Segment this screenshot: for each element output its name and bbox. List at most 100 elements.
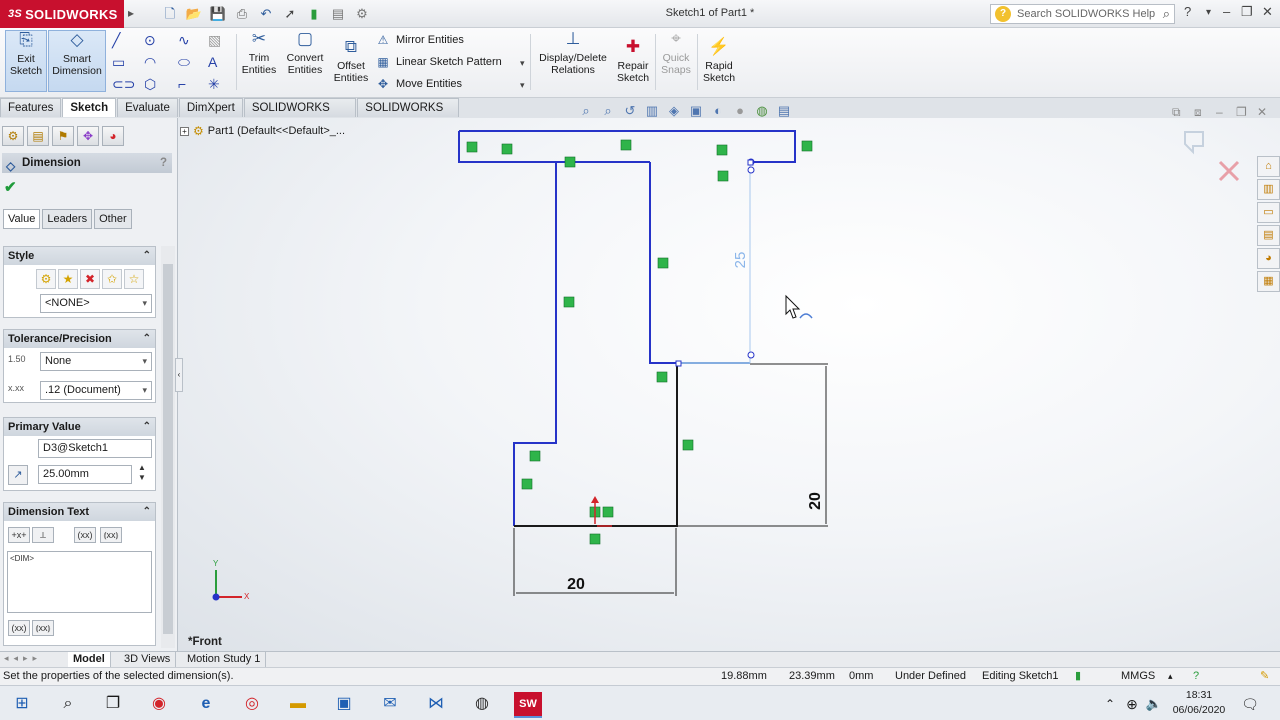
- tray-chevron-icon[interactable]: ⌃: [1098, 692, 1122, 716]
- configuration-manager-icon[interactable]: ⚑: [52, 126, 74, 146]
- apply-default-style-icon[interactable]: ⚙: [36, 269, 56, 289]
- horizontal-relation-icon[interactable]: [620, 139, 632, 151]
- override-value-icon[interactable]: ↗: [8, 465, 28, 485]
- save-style-icon[interactable]: ✩: [102, 269, 122, 289]
- vertical-relation-icon[interactable]: [563, 296, 575, 308]
- system-clock[interactable]: 18:31 06/06/2020: [1166, 688, 1232, 718]
- mail-icon[interactable]: ✉: [378, 692, 402, 716]
- tooltip-status-icon[interactable]: ✎: [1260, 668, 1269, 685]
- sketch-endpoint[interactable]: [747, 159, 754, 166]
- visual-studio-icon[interactable]: ⋈: [424, 692, 448, 716]
- solidworks-taskbar-icon[interactable]: SW: [514, 692, 542, 718]
- tab-motion-study-1[interactable]: Motion Study 1: [182, 652, 267, 667]
- value-spinner-icon[interactable]: ▲ ▼: [135, 463, 149, 485]
- notifications-icon[interactable]: 🗨: [1238, 692, 1262, 716]
- collapse-chevron-icon[interactable]: ⌃: [143, 418, 151, 436]
- rebuild-status-icon[interactable]: ▮: [1075, 668, 1081, 685]
- unit-system[interactable]: MMGS: [1121, 668, 1155, 685]
- horizontal-relation-icon[interactable]: [656, 371, 668, 383]
- inspection-dimension-icon[interactable]: ⦅xx⦆: [100, 527, 122, 543]
- horizontal-relation-icon[interactable]: [529, 450, 541, 462]
- chrome-icon[interactable]: ◎: [240, 692, 264, 716]
- edge-icon[interactable]: e: [194, 692, 218, 716]
- collapse-chevron-icon[interactable]: ⌃: [143, 247, 151, 265]
- sketch-endpoint[interactable]: [675, 360, 682, 367]
- dimension-text-title: Dimension Text: [8, 506, 90, 518]
- dimension-text-group-title[interactable]: Dimension Text ⌃: [4, 503, 155, 521]
- panel-scrollbar[interactable]: [161, 246, 175, 648]
- help-status-icon[interactable]: ?: [1193, 668, 1199, 685]
- coincident-relation-icon[interactable]: [717, 170, 729, 182]
- sketch-point[interactable]: [747, 166, 755, 174]
- exit-sketch-corner-icon[interactable]: [1184, 131, 1204, 155]
- feature-manager-icon[interactable]: ⚙: [2, 126, 24, 146]
- sketch-canvas[interactable]: [0, 0, 1280, 720]
- sketch-line-left[interactable]: [458, 131, 557, 526]
- delete-style-icon[interactable]: ✖: [80, 269, 100, 289]
- tab-model[interactable]: Model: [68, 652, 111, 667]
- mouse-cursor: [785, 294, 813, 319]
- property-manager-icon[interactable]: ▤: [27, 126, 49, 146]
- load-style-icon[interactable]: ☆: [124, 269, 144, 289]
- tab-value[interactable]: Value: [3, 209, 41, 229]
- coincident-relation-icon[interactable]: [602, 506, 614, 518]
- horizontal-relation-icon[interactable]: [501, 143, 513, 155]
- tolerance-title: Tolerance/Precision: [8, 333, 112, 345]
- sketch-point[interactable]: [747, 351, 755, 359]
- vertical-relation-icon[interactable]: [801, 140, 813, 152]
- vertical-relation-icon[interactable]: [466, 141, 478, 153]
- add-parentheses-icon[interactable]: (xx): [8, 620, 30, 636]
- dimension-text-horizontal-20[interactable]: 20: [563, 576, 589, 594]
- dimension-text-input[interactable]: <DIM>: [7, 551, 152, 613]
- units-chevron-icon[interactable]: ▴: [1168, 668, 1173, 685]
- ok-check-icon[interactable]: ✔: [4, 178, 17, 196]
- windows-start-icon[interactable]: ⊞: [10, 692, 34, 716]
- volume-icon[interactable]: 🔈: [1142, 692, 1166, 716]
- dimension-name-field[interactable]: D3@Sketch1: [38, 439, 152, 458]
- coincident-relation-icon[interactable]: [564, 156, 576, 168]
- scrollbar-thumb[interactable]: [163, 264, 173, 634]
- tab-other[interactable]: Other: [94, 209, 132, 229]
- display-manager-icon[interactable]: ◕: [102, 126, 124, 146]
- tolerance-group: Tolerance/Precision ⌃ 1.50 None ▾ x.xx .…: [3, 329, 156, 403]
- origin-y-arrowhead: [591, 496, 599, 503]
- horizontal-relation-icon[interactable]: [716, 144, 728, 156]
- dimension-value-field[interactable]: 25.00mm: [38, 465, 132, 484]
- tab-leaders[interactable]: Leaders: [42, 209, 93, 229]
- sketch-profile[interactable]: [458, 130, 796, 527]
- help-icon[interactable]: ?: [160, 153, 167, 173]
- dimension-line-vertical-20[interactable]: [677, 363, 828, 527]
- tab-navigation-arrows-icon[interactable]: ◂◂▸▸: [4, 653, 42, 664]
- style-group-title[interactable]: Style ⌃: [4, 247, 155, 265]
- dimxpert-manager-icon[interactable]: ✥: [77, 126, 99, 146]
- primary-value-group-title[interactable]: Primary Value ⌃: [4, 418, 155, 436]
- chevron-down-icon: ▾: [142, 356, 147, 366]
- obs-icon[interactable]: ◍: [470, 692, 494, 716]
- search-icon[interactable]: ⌕: [56, 692, 80, 716]
- text-align-icon[interactable]: ⟂: [32, 527, 54, 543]
- style-select[interactable]: <NONE> ▾: [40, 294, 152, 313]
- acrobat-icon[interactable]: ◉: [147, 692, 171, 716]
- task-view-icon[interactable]: ❐: [101, 692, 125, 716]
- language-icon[interactable]: ⊕: [1120, 692, 1144, 716]
- text-position-icon[interactable]: +x+: [8, 527, 30, 543]
- tab-3d-views[interactable]: 3D Views: [119, 652, 177, 667]
- tolerance-type-select[interactable]: None ▾: [40, 352, 152, 371]
- vertical-relation-icon[interactable]: [682, 439, 694, 451]
- dimension-text-vertical-20[interactable]: 20: [807, 490, 827, 512]
- panel-collapse-handle[interactable]: ‹: [175, 358, 183, 392]
- vertical-relation-icon[interactable]: [657, 257, 669, 269]
- fixed-relation-icon[interactable]: [589, 533, 601, 545]
- add-style-icon[interactable]: ★: [58, 269, 78, 289]
- dimension-text-25[interactable]: 25: [732, 250, 752, 270]
- inspection-dimension-icon[interactable]: ⦅xx⦆: [32, 620, 54, 636]
- add-parentheses-icon[interactable]: (xx): [74, 527, 96, 543]
- cancel-sketch-corner-icon[interactable]: [1218, 160, 1240, 182]
- collapse-chevron-icon[interactable]: ⌃: [143, 330, 151, 348]
- precision-select[interactable]: .12 (Document) ▾: [40, 381, 152, 400]
- tolerance-group-title[interactable]: Tolerance/Precision ⌃: [4, 330, 155, 348]
- collapse-chevron-icon[interactable]: ⌃: [143, 503, 151, 521]
- file-explorer-icon[interactable]: ▬: [286, 692, 310, 716]
- vertical-relation-icon[interactable]: [521, 478, 533, 490]
- store-icon[interactable]: ▣: [332, 692, 356, 716]
